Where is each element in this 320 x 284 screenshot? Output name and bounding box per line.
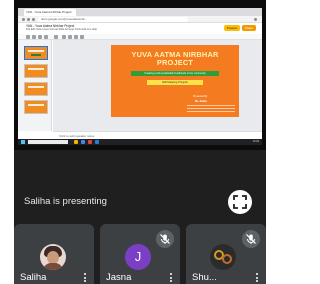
chrome-icon[interactable] (81, 140, 85, 144)
menu-bar[interactable]: File Edit View Insert Format Slide Arran… (26, 28, 97, 31)
print-icon[interactable] (44, 35, 48, 39)
word-icon[interactable] (95, 140, 99, 144)
participant-name: Jasna (106, 272, 132, 283)
slide-title: YUVA AATMA NIRBHAR PROJECT (111, 50, 239, 68)
fullscreen-button[interactable] (228, 190, 252, 214)
slide-footer-text (187, 105, 235, 113)
select-icon[interactable] (62, 35, 66, 39)
browser-urlbar: docs.google.com/presentation/d/... (18, 16, 262, 23)
avatar (40, 244, 66, 270)
slide-thumbnail[interactable] (24, 46, 48, 60)
new-slide-icon[interactable] (26, 35, 30, 39)
slide-tag: Skill Mapping Program (147, 80, 203, 85)
participant-tile[interactable]: J Jasna (100, 224, 180, 284)
slide-presented-by: Presented By (193, 95, 208, 98)
slide-title-line: PROJECT (156, 58, 194, 68)
reload-icon[interactable] (32, 18, 35, 21)
forward-icon[interactable] (27, 18, 30, 21)
avatar (210, 244, 236, 270)
image-icon[interactable] (74, 35, 78, 39)
slide-filmstrip (18, 40, 52, 131)
redo-icon[interactable] (38, 35, 42, 39)
speaker-notes[interactable]: Click to add speaker notes (53, 131, 262, 139)
participant-tile[interactable]: Saliha (14, 224, 94, 284)
more-options-icon[interactable] (256, 273, 259, 284)
share-button[interactable]: Share (242, 25, 256, 31)
shared-screen: YAN - Yuva Aatma Nirbhar Project docs.go… (14, 0, 266, 150)
mic-off-icon (242, 230, 260, 248)
presentation-screen: YAN - Yuva Aatma Nirbhar Project docs.go… (18, 8, 262, 145)
avatar: J (125, 244, 151, 270)
slides-header: YAN - Yuva Aatma Nirbhar Project File Ed… (18, 23, 262, 34)
slide-thumbnail[interactable] (24, 100, 48, 114)
slide-subtitle: Creating youth sustainable livelihoods i… (131, 71, 219, 76)
slide-canvas: YUVA AATMA NIRBHAR PROJECT Creating yout… (53, 40, 262, 131)
participant-tile[interactable]: Shu... (186, 224, 266, 284)
participant-name: Saliha (20, 272, 47, 283)
slide-thumbnail[interactable] (24, 64, 48, 78)
browser-tabbar: YAN - Yuva Aatma Nirbhar Project (18, 8, 262, 16)
more-options-icon[interactable] (84, 273, 87, 284)
presenting-label: Saliha is presenting (24, 196, 107, 207)
slide-presenter: Ms. Saliha (195, 100, 207, 103)
textbox-icon[interactable] (68, 35, 72, 39)
more-options-icon[interactable] (170, 273, 173, 284)
meet-stage: YAN - Yuva Aatma Nirbhar Project docs.go… (14, 0, 266, 284)
shape-icon[interactable] (80, 35, 84, 39)
zoom-icon[interactable] (54, 35, 58, 39)
taskbar-clock: 12:04 (252, 140, 260, 143)
os-taskbar: 12:04 (18, 139, 262, 145)
undo-icon[interactable] (32, 35, 36, 39)
current-slide[interactable]: YUVA AATMA NIRBHAR PROJECT Creating yout… (111, 45, 239, 117)
present-button[interactable]: Present (224, 25, 240, 31)
app-icon[interactable] (88, 140, 92, 144)
taskbar-search[interactable] (28, 140, 68, 144)
back-icon[interactable] (22, 18, 25, 21)
url-field[interactable]: docs.google.com/presentation/d/... (38, 17, 188, 22)
mic-off-icon (156, 230, 174, 248)
start-icon[interactable] (21, 140, 25, 144)
folder-icon[interactable] (74, 140, 78, 144)
slide-thumbnail[interactable] (24, 82, 48, 96)
fullscreen-icon (233, 195, 247, 209)
participant-name: Shu... (192, 272, 217, 283)
browser-menu-icon[interactable] (254, 18, 257, 21)
browser-tab[interactable]: YAN - Yuva Aatma Nirbhar Project (24, 9, 76, 16)
